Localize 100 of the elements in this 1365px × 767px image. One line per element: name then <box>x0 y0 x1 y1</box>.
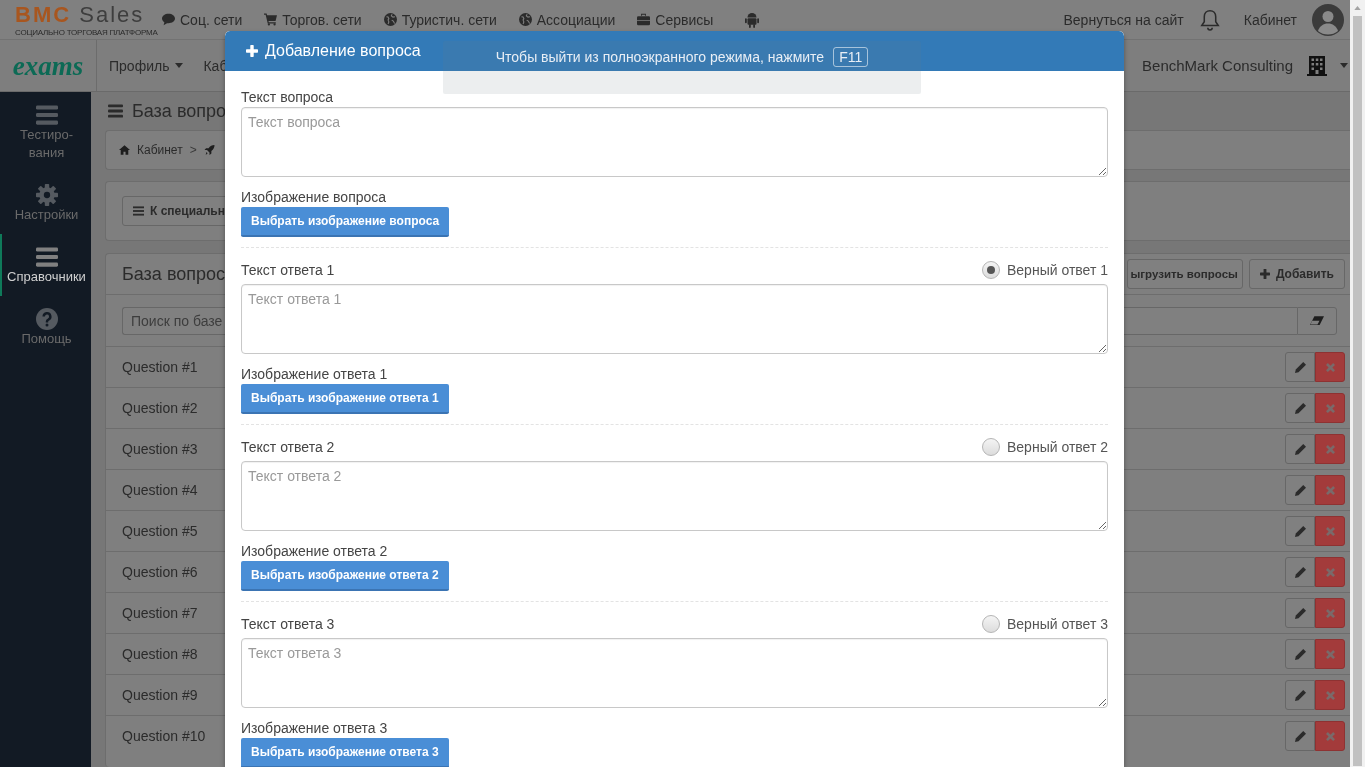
caret-icon[interactable] <box>1340 63 1348 68</box>
radio-button[interactable] <box>982 261 1000 279</box>
cart-icon <box>264 13 278 26</box>
question-icon <box>35 308 58 330</box>
choose-image-button[interactable]: Выбрать изображение ответа 2 <box>241 561 449 591</box>
edit-button[interactable] <box>1285 434 1315 464</box>
scroll-up-arrow-icon[interactable] <box>1354 6 1361 10</box>
cross-icon <box>1325 362 1335 372</box>
choose-image-button[interactable]: Выбрать изображение вопроса <box>241 207 450 237</box>
rocket-icon[interactable] <box>203 145 215 155</box>
radio-label[interactable]: Верный ответ 1 <box>1007 262 1108 278</box>
modal-title: Добавление вопроса <box>265 42 421 60</box>
pencil-icon <box>1294 484 1306 496</box>
breadcrumb-link[interactable]: Кабинет <box>137 143 183 157</box>
edit-button[interactable] <box>1285 516 1315 546</box>
cross-icon <box>1325 444 1335 454</box>
question-title: Question #6 <box>122 564 198 580</box>
question-title: Question #4 <box>122 482 198 498</box>
question-title: Question #3 <box>122 441 198 457</box>
logo-tagline: СОЦИАЛЬНО ТОРГОВАЯ ПЛАТФОРМА <box>15 28 158 37</box>
edit-button[interactable] <box>1285 639 1315 669</box>
bell-icon[interactable] <box>1199 8 1220 31</box>
text-area[interactable]: Текст ответа 3 <box>241 638 1108 708</box>
plus-icon <box>1259 269 1270 279</box>
text-area[interactable]: Текст вопроса <box>241 107 1108 177</box>
field-label: Текст ответа 1 <box>241 261 335 280</box>
edit-button[interactable] <box>1285 475 1315 505</box>
clear-search-button[interactable] <box>1297 306 1337 335</box>
scrollbar-thumb[interactable] <box>1353 16 1362 766</box>
choose-image-button[interactable]: Выбрать изображение ответа 1 <box>241 384 449 414</box>
key-hint: F11 <box>833 47 869 67</box>
panel-title: База вопрос <box>122 263 226 285</box>
radio-button[interactable] <box>982 438 1000 456</box>
breadcrumb-separator: > <box>189 143 197 157</box>
text-area[interactable]: Текст ответа 2 <box>241 461 1108 531</box>
radio-label[interactable]: Верный ответ 2 <box>1007 439 1108 455</box>
speech-bubble-icon <box>162 13 175 26</box>
question-title: Question #2 <box>122 400 198 416</box>
pencil-icon <box>1294 648 1306 660</box>
cross-icon <box>1325 567 1335 577</box>
text-area[interactable]: Текст ответа 1 <box>241 284 1108 354</box>
nav-link[interactable]: Соц. сети <box>162 11 243 28</box>
question-title: Question #1 <box>122 359 198 375</box>
edit-button[interactable] <box>1285 393 1315 423</box>
pencil-icon <box>1294 525 1306 537</box>
plus-icon <box>246 45 258 57</box>
pencil-icon <box>1294 730 1306 742</box>
cross-icon <box>1325 690 1335 700</box>
cross-icon <box>1325 526 1335 536</box>
edit-button[interactable] <box>1285 721 1315 751</box>
nav-link[interactable]: Торгов. сети <box>264 11 362 28</box>
nav-link[interactable]: Сервисы <box>637 11 714 28</box>
building-icon[interactable] <box>1307 55 1327 76</box>
field-label: Текст ответа 3 <box>241 615 335 634</box>
question-title: Question #9 <box>122 687 198 703</box>
gear-icon <box>35 184 58 206</box>
field-label: Изображение ответа 3 <box>241 719 388 738</box>
radio-label[interactable]: Верный ответ 3 <box>1007 616 1108 632</box>
edit-button[interactable] <box>1285 680 1315 710</box>
cross-icon <box>1325 485 1335 495</box>
avatar-icon[interactable] <box>1312 3 1344 36</box>
pencil-icon <box>1294 402 1306 414</box>
pencil-icon <box>1294 566 1306 578</box>
account-link[interactable]: Кабинет <box>1243 11 1297 28</box>
bars-icon <box>108 104 123 118</box>
export-button[interactable]: ыгрузить вопросы <box>1127 259 1243 289</box>
add-button[interactable]: Добавить <box>1248 259 1345 289</box>
edit-button[interactable] <box>1285 598 1315 628</box>
cross-icon <box>1325 731 1335 741</box>
radio-button[interactable] <box>982 615 1000 633</box>
bars-icon <box>35 104 58 126</box>
edit-button[interactable] <box>1285 557 1315 587</box>
pencil-icon <box>1294 443 1306 455</box>
return-link[interactable]: Вернуться на сайт <box>1063 11 1184 28</box>
question-title: Question #7 <box>122 605 198 621</box>
sidebar-item[interactable]: Настройки <box>0 172 91 234</box>
pencil-icon <box>1294 689 1306 701</box>
nav-link[interactable]: Туристич. сети <box>383 11 497 28</box>
nav-link[interactable]: Ассоциации <box>518 11 616 28</box>
question-title: Question #5 <box>122 523 198 539</box>
sidebar-item[interactable]: Справочники <box>0 234 91 296</box>
field-label: Изображение вопроса <box>241 188 387 207</box>
page-title: База вопро <box>132 101 227 121</box>
home-icon <box>119 145 130 155</box>
robot-icon[interactable] <box>745 11 760 28</box>
globe-icon <box>383 13 397 26</box>
pencil-icon <box>1294 607 1306 619</box>
sidebar-item[interactable]: Помощь <box>0 296 91 358</box>
list-icon <box>133 206 144 216</box>
sidebar-item[interactable]: Тестиро-вания <box>0 92 91 172</box>
scrollbar[interactable] <box>1350 0 1365 767</box>
question-title: Question #10 <box>122 728 206 744</box>
choose-image-button[interactable]: Выбрать изображение ответа 3 <box>241 738 449 767</box>
company-name: BenchMark Consulting <box>1142 57 1293 74</box>
question-title: Question #8 <box>122 646 198 662</box>
briefcase-icon <box>637 13 651 26</box>
brand-logo: BMC Sales <box>15 2 145 28</box>
edit-button[interactable] <box>1285 352 1315 382</box>
menu-link[interactable]: Профиль <box>109 57 184 74</box>
bars-icon <box>35 246 58 268</box>
